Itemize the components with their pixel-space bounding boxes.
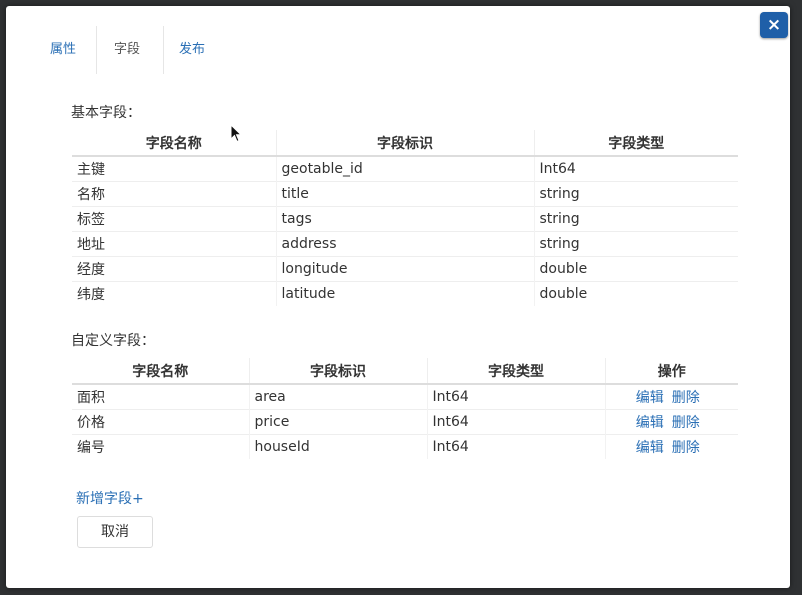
custom-fields-table: 字段名称 字段标识 字段类型 操作 面积 area Int64 编辑 删除 价格 … <box>72 358 738 459</box>
field-type-cell: string <box>533 206 738 232</box>
field-name-cell: 主键 <box>77 162 105 178</box>
basic-fields-label: 基本字段： <box>71 105 141 121</box>
column-header-field-name: 字段名称 <box>72 358 249 385</box>
delete-link[interactable]: 删除 <box>672 440 700 456</box>
tab-publish[interactable]: 发布 <box>179 38 205 57</box>
table-row: 面积 area Int64 编辑 删除 <box>72 384 738 410</box>
actions-cell: 编辑 删除 <box>604 434 738 459</box>
field-name-cell: 地址 <box>72 231 276 257</box>
field-type-cell: Int64 <box>426 434 605 459</box>
field-type-cell: Int64 <box>426 384 605 410</box>
delete-link[interactable]: 删除 <box>672 390 700 406</box>
field-name-cell: 经度 <box>72 256 276 282</box>
table-row: 编号 houseId Int64 编辑 删除 <box>72 434 738 459</box>
actions-cell: 编辑 删除 <box>604 384 738 410</box>
field-name-cell: 面积 <box>77 390 105 406</box>
table-header-row: 字段名称 字段标识 字段类型 <box>72 130 738 157</box>
field-name-cell: 标签 <box>72 206 276 232</box>
field-key-cell: area <box>248 384 427 410</box>
field-key-cell: tags <box>275 206 534 232</box>
column-header-field-type: 字段类型 <box>426 358 605 385</box>
basic-fields-table: 字段名称 字段标识 字段类型 主键 geotable_id Int64 名称 t… <box>72 130 738 306</box>
field-key-cell: price <box>248 409 427 435</box>
column-header-actions: 操作 <box>604 358 738 385</box>
custom-fields-label: 自定义字段： <box>71 333 155 349</box>
edit-link[interactable]: 编辑 <box>636 415 664 431</box>
field-name-cell: 名称 <box>72 181 276 207</box>
close-button[interactable]: × <box>760 12 788 38</box>
field-type-cell: Int64 <box>426 409 605 435</box>
edit-link[interactable]: 编辑 <box>636 390 664 406</box>
field-key-cell: houseId <box>248 434 427 459</box>
column-header-field-type: 字段类型 <box>533 130 738 157</box>
field-type-cell: string <box>533 231 738 257</box>
field-key-cell: title <box>275 181 534 207</box>
tab-fields[interactable]: 字段 <box>114 38 140 57</box>
column-header-field-name: 字段名称 <box>72 130 276 157</box>
delete-link[interactable]: 删除 <box>672 415 700 431</box>
field-name-cell: 纬度 <box>72 281 276 306</box>
table-row: 价格 price Int64 编辑 删除 <box>72 409 738 435</box>
cancel-button[interactable]: 取消 <box>77 516 153 548</box>
table-header-row: 字段名称 字段标识 字段类型 操作 <box>72 358 738 385</box>
field-key-cell: latitude <box>275 281 534 306</box>
field-type-cell: Int64 <box>533 156 738 182</box>
edit-link[interactable]: 编辑 <box>636 440 664 456</box>
field-type-cell: double <box>533 256 738 282</box>
add-field-link[interactable]: 新增字段+ <box>76 488 144 508</box>
mouse-pointer-icon <box>230 124 243 143</box>
column-header-field-key: 字段标识 <box>248 358 427 385</box>
field-key-cell: geotable_id <box>275 156 534 182</box>
column-header-field-key: 字段标识 <box>275 130 534 157</box>
field-type-cell: string <box>533 181 738 207</box>
field-key-cell: longitude <box>275 256 534 282</box>
table-row: 地址 address string <box>72 231 738 257</box>
table-row: 名称 title string <box>72 181 738 207</box>
field-name-cell: 价格 <box>72 409 249 435</box>
actions-cell: 编辑 删除 <box>604 409 738 435</box>
table-row: 经度 longitude double <box>72 256 738 282</box>
field-settings-dialog: 属性 字段 发布 基本字段： 字段名称 字段标识 字段类型 主键 geotabl… <box>6 6 790 588</box>
table-row: 标签 tags string <box>72 206 738 232</box>
tab-properties[interactable]: 属性 <box>50 38 76 57</box>
table-row: 纬度 latitude double <box>72 281 738 306</box>
field-key-cell: address <box>275 231 534 257</box>
field-type-cell: double <box>533 281 738 306</box>
table-row: 主键 geotable_id Int64 <box>72 156 738 182</box>
field-name-cell: 编号 <box>72 434 249 459</box>
